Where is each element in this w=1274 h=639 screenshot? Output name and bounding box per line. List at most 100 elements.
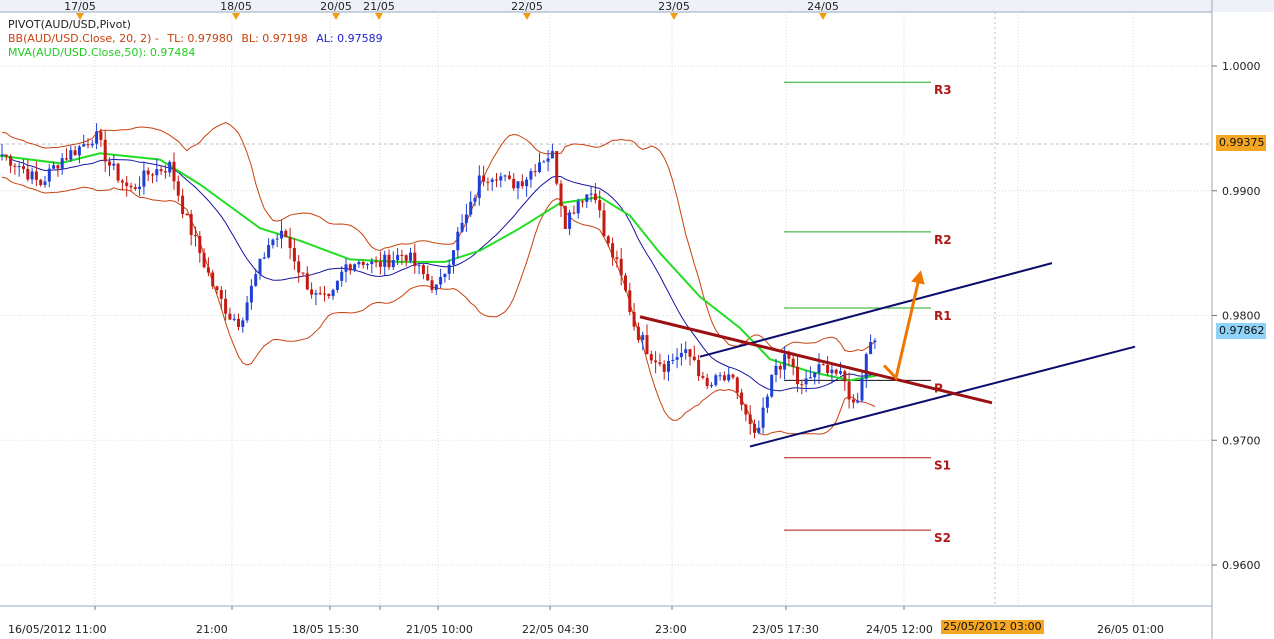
candle-body [159, 169, 163, 172]
candle-body [426, 274, 430, 281]
candle-body [589, 193, 593, 195]
candle-body [185, 214, 189, 216]
candle-body [357, 261, 361, 265]
candle-body [146, 170, 150, 175]
candle-body [568, 212, 572, 229]
candle-body [370, 261, 374, 265]
x-tick-label: 22/05 04:30 [522, 623, 589, 636]
candle-body [271, 239, 275, 246]
pivot-level-label: R3 [934, 83, 952, 97]
candle-body [563, 205, 567, 229]
candle-body [520, 181, 524, 187]
candle-body [288, 237, 292, 249]
candle-body [267, 245, 271, 258]
candle-body [206, 267, 210, 273]
candle-body [138, 186, 142, 190]
pivot-level-label: S2 [934, 531, 951, 545]
x-tick-label: 18/05 15:30 [292, 623, 359, 636]
candle-body [869, 341, 873, 355]
y-tick-label: 0.9900 [1222, 185, 1261, 198]
candle-body [765, 396, 769, 408]
candle-body [335, 280, 339, 290]
candle-body [675, 357, 679, 360]
candle-body [318, 293, 322, 295]
candle-body [26, 168, 30, 180]
candle-body [757, 427, 761, 433]
candle-body [249, 285, 253, 303]
top-date-label: 21/05 [363, 0, 395, 13]
top-date-label: 17/05 [64, 0, 96, 13]
candle-body [740, 392, 744, 405]
candle-body [65, 158, 68, 160]
candle-body [86, 144, 90, 146]
candle-body [839, 371, 842, 374]
current-price-badge: 0.97862 [1216, 323, 1266, 339]
candle-body [516, 181, 520, 189]
candle-body [482, 175, 486, 182]
candle-body [112, 163, 116, 166]
candle-body [615, 257, 619, 259]
candle-body [486, 181, 490, 183]
candle-body [873, 340, 877, 342]
candle-body [701, 376, 705, 378]
candle-body [636, 326, 640, 340]
candle-body [168, 161, 172, 173]
candle-body [142, 170, 146, 187]
candle-body [684, 349, 688, 353]
candle-body [331, 289, 335, 297]
candle-body [361, 261, 365, 265]
mva-legend-text: MVA(AUD/USD.Close,50): 0.97484 [8, 46, 196, 59]
candle-body [99, 131, 103, 140]
candle-body [598, 200, 602, 211]
bb-label: BB(AUD/USD.Close, 20, 2) - [8, 32, 159, 45]
candle-body [550, 151, 554, 159]
candle-body [163, 171, 167, 173]
candle-body [679, 352, 683, 358]
candle-body [77, 146, 81, 156]
candle-body [546, 158, 550, 162]
x-tick-label: 16/05/2012 11:00 [8, 623, 107, 636]
candle-body [151, 174, 154, 176]
candle-body [258, 258, 262, 275]
candle-body [409, 252, 412, 261]
candle-body [198, 236, 202, 254]
candle-body [284, 230, 288, 238]
candle-body [0, 154, 4, 156]
candle-body [843, 371, 847, 382]
candle-body [344, 264, 348, 272]
candle-body [103, 139, 107, 162]
candle-body [581, 201, 584, 203]
candle-body [254, 274, 258, 286]
candle-body [469, 201, 473, 215]
candle-body [555, 151, 559, 184]
candle-body [533, 171, 537, 173]
candle-body [90, 143, 94, 146]
bb-top-line: TL: 0.97980 [167, 32, 233, 45]
candle-body [464, 214, 468, 223]
candle-body [391, 260, 395, 268]
candle-body [366, 264, 369, 266]
candle-body [722, 375, 726, 381]
candle-body [787, 354, 791, 359]
candle-body [718, 375, 722, 377]
y-tick-label: 0.9700 [1222, 434, 1261, 447]
candle-body [667, 360, 670, 372]
candle-body [9, 156, 13, 166]
candle-body [155, 169, 159, 176]
top-date-label: 20/05 [320, 0, 352, 13]
candle-body [443, 273, 447, 277]
top-date-label: 22/05 [511, 0, 543, 13]
candle-body [292, 248, 296, 262]
mva-legend: MVA(AUD/USD.Close,50): 0.97484 [8, 46, 195, 60]
candle-body [817, 364, 821, 373]
pivot-level-label: S1 [934, 459, 951, 473]
candle-body [628, 290, 632, 312]
candle-body [529, 171, 533, 180]
candle-body [116, 163, 120, 181]
candle-body [417, 265, 421, 267]
x-tick-label: 21:00 [196, 623, 228, 636]
candle-body [735, 377, 739, 393]
candle-body [473, 197, 477, 202]
candle-body [22, 166, 25, 169]
candle-body [490, 179, 494, 182]
